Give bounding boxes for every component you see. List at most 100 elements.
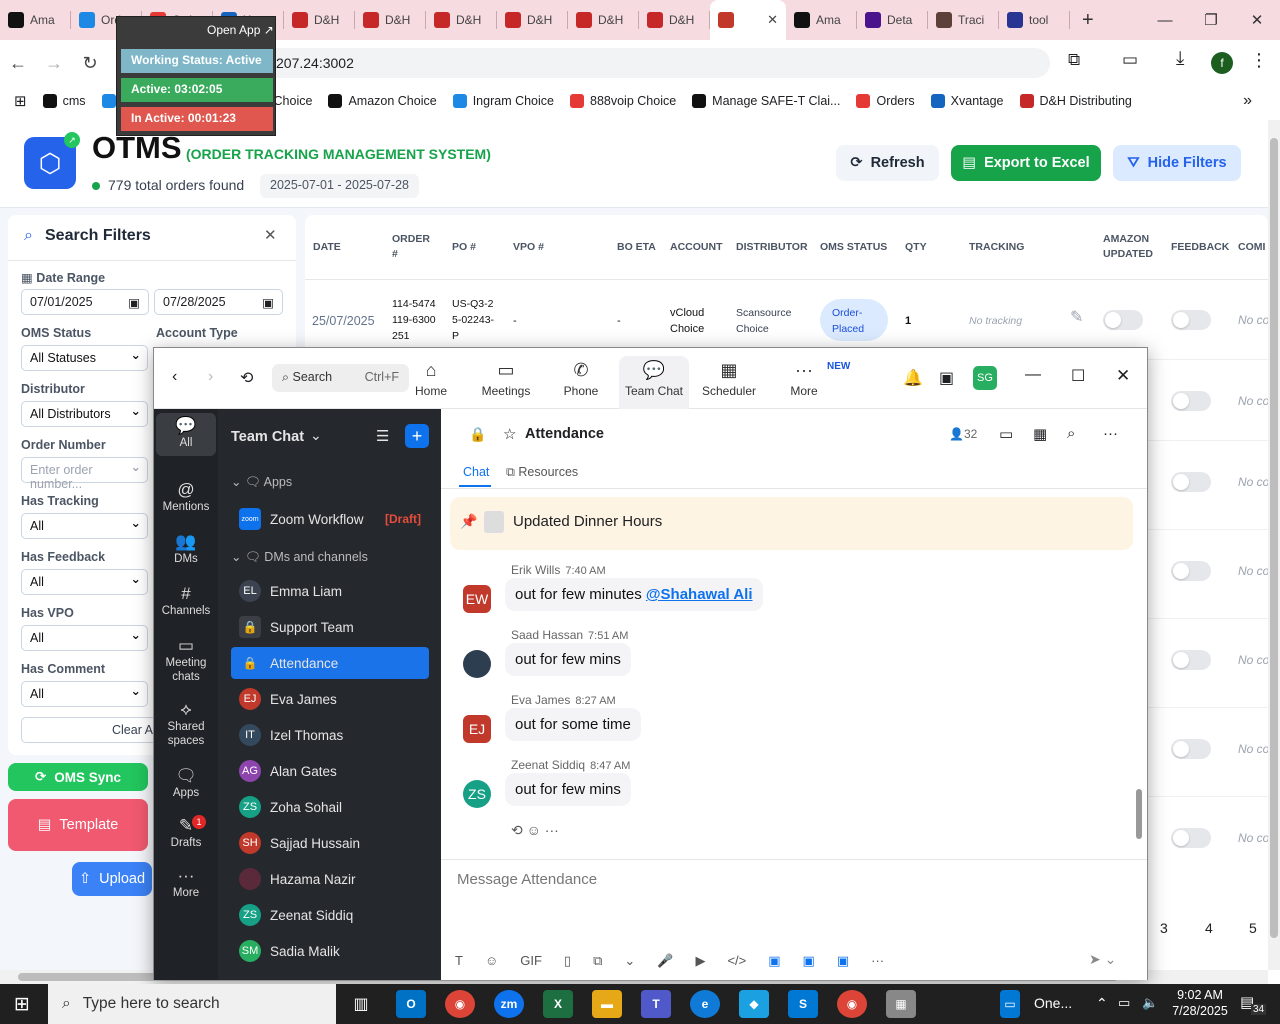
new-chat-button[interactable]: +: [405, 424, 429, 448]
has-tracking-select[interactable]: All: [21, 513, 148, 539]
tray-chevron-icon[interactable]: ⌃: [1096, 995, 1108, 1012]
reload-icon[interactable]: ↻: [72, 53, 108, 74]
composer-tool-icon[interactable]: </>: [727, 953, 746, 969]
tab-close-icon[interactable]: ✕: [767, 12, 778, 28]
rail-drafts[interactable]: ✎ Drafts 1: [156, 815, 216, 850]
team-chat-title[interactable]: Team Chat: [231, 429, 304, 445]
forward-icon[interactable]: →: [36, 53, 72, 74]
column-header[interactable]: VPO #: [513, 240, 573, 255]
zoom-avatar[interactable]: SG: [973, 366, 997, 390]
composer-tool-icon[interactable]: ⧉: [593, 953, 602, 969]
edge-icon[interactable]: e: [690, 990, 720, 1018]
star-icon[interactable]: ☆: [503, 425, 516, 443]
oms-status-select[interactable]: All Statuses: [21, 345, 148, 371]
composer-tool-icon[interactable]: ▣: [837, 953, 849, 969]
refresh-button[interactable]: ⟳ Refresh: [836, 145, 939, 181]
browser-tab[interactable]: Ama: [786, 0, 856, 40]
contact-hazama-nazir[interactable]: Hazama Nazir: [231, 863, 429, 895]
bookmark-item[interactable]: Orders: [856, 94, 915, 108]
bookmark-item[interactable]: 888voip Choice: [570, 94, 676, 108]
chat-search-icon[interactable]: ⌕: [1067, 425, 1075, 442]
tab-chat[interactable]: Chat: [463, 465, 489, 479]
feedback-toggle[interactable]: [1171, 739, 1211, 759]
zoom-tab-scheduler[interactable]: ▦ Scheduler: [694, 360, 764, 398]
sway-icon[interactable]: S: [788, 990, 818, 1018]
chrome-alt-icon[interactable]: ◉: [837, 990, 867, 1018]
chat-scrollbar[interactable]: [1136, 789, 1142, 839]
date-from-input[interactable]: 07/01/2025 ▣: [21, 289, 149, 315]
calendar-picker-icon[interactable]: ▣: [262, 295, 274, 310]
browser-tab[interactable]: tool: [999, 0, 1069, 40]
template-button[interactable]: ▤ Template: [8, 799, 148, 851]
dms-section-header[interactable]: ⌄ 🗨 DMs and channels: [231, 549, 368, 565]
column-header[interactable]: QTY: [905, 240, 945, 255]
has-feedback-select[interactable]: All: [21, 569, 148, 595]
cast-icon[interactable]: ▭: [1122, 50, 1138, 70]
workflow-item[interactable]: zoom Zoom Workflow [Draft]: [231, 503, 429, 535]
minimize-icon[interactable]: —: [1142, 0, 1188, 40]
history-icon[interactable]: ⟲: [240, 368, 253, 388]
contact-eva-james[interactable]: EJ Eva James: [231, 683, 429, 715]
column-header[interactable]: DISTRIBUTOR: [736, 240, 808, 255]
calculator-icon[interactable]: ▦: [886, 990, 916, 1018]
rail-meeting-chats[interactable]: ▭ Meeting chats: [156, 637, 216, 684]
bookmark-item[interactable]: Amazon Choice: [328, 94, 437, 108]
rail-more[interactable]: ··· More: [156, 867, 216, 900]
contact-zeenat-siddiq[interactable]: ZS Zeenat Siddiq: [231, 899, 429, 931]
export-excel-button[interactable]: ▤ Export to Excel: [951, 145, 1101, 181]
zoom-forward-icon[interactable]: ›: [208, 368, 213, 386]
browser-tab[interactable]: Ama: [0, 0, 70, 40]
browser-tab[interactable]: D&H: [426, 0, 496, 40]
back-icon[interactable]: ←: [0, 53, 36, 74]
browser-tab[interactable]: D&H: [568, 0, 638, 40]
excel-taskbar-icon[interactable]: X: [543, 990, 573, 1018]
bookmark-item[interactable]: D&H Distributing: [1019, 94, 1132, 108]
column-header[interactable]: ORDER #: [392, 232, 432, 262]
bookmark-item[interactable]: Ingram Choice: [452, 94, 554, 108]
rail-shared-spaces[interactable]: ⟡ Shared spaces: [156, 701, 216, 748]
column-header[interactable]: ACCOUNT: [670, 240, 723, 255]
video-icon[interactable]: ▭: [999, 425, 1013, 443]
bookmarks-more-icon[interactable]: »: [1243, 92, 1252, 110]
composer-tool-icon[interactable]: 🎤: [657, 953, 673, 969]
zoom-tab-meetings[interactable]: ▭ Meetings: [471, 360, 541, 398]
composer-tool-icon[interactable]: ▯: [564, 953, 571, 969]
has-vpo-select[interactable]: All: [21, 625, 148, 651]
column-header[interactable]: BO ETA: [617, 240, 667, 255]
rail-apps[interactable]: 🗨 Apps: [156, 767, 216, 800]
restore-icon[interactable]: ❐: [1188, 0, 1234, 40]
browser-tab[interactable]: D&H: [355, 0, 425, 40]
zoom-close-icon[interactable]: ✕: [1116, 366, 1130, 386]
column-header[interactable]: AMAZON UPDATED: [1103, 232, 1153, 262]
date-to-input[interactable]: 07/28/2025 ▣: [154, 289, 283, 315]
clock-date[interactable]: 7/28/2025: [1166, 1004, 1234, 1018]
apps-grid-icon[interactable]: ⊞: [14, 92, 27, 110]
send-icon[interactable]: ➤ ⌄: [1089, 951, 1116, 968]
zoom-tab-home[interactable]: ⌂ Home: [396, 360, 466, 398]
contact-izel-thomas[interactable]: IT Izel Thomas: [231, 719, 429, 751]
task-view-icon[interactable]: ▥: [346, 990, 376, 1018]
volume-icon[interactable]: 🔈: [1142, 995, 1158, 1011]
composer-input[interactable]: Message Attendance: [457, 871, 597, 888]
column-header[interactable]: FEEDBACK: [1171, 240, 1231, 255]
edit-pencil-icon[interactable]: ✎: [1070, 310, 1083, 326]
amazon-updated-toggle[interactable]: [1103, 310, 1143, 330]
open-app-link[interactable]: Open App ↗: [207, 23, 274, 37]
rail-mentions[interactable]: @ Mentions: [156, 481, 216, 514]
composer-tool-icon[interactable]: ···: [871, 953, 884, 969]
app-icon[interactable]: ◆: [739, 990, 769, 1018]
contact-support-team[interactable]: 🔒 Support Team: [231, 611, 429, 643]
mention-link[interactable]: @Shahawal Ali: [646, 586, 753, 603]
column-header[interactable]: OMS STATUS: [820, 240, 890, 255]
column-header[interactable]: TRACKING: [969, 240, 1039, 255]
feedback-toggle[interactable]: [1171, 650, 1211, 670]
whiteboard-icon[interactable]: ▣: [939, 368, 954, 388]
menu-dots-icon[interactable]: ⋮: [1250, 50, 1268, 71]
contact-sadia-malik[interactable]: SM Sadia Malik: [231, 935, 429, 967]
clock-time[interactable]: 9:02 AM: [1172, 988, 1228, 1002]
filter-list-icon[interactable]: ☰: [376, 427, 389, 445]
zoom-tab-phone[interactable]: ✆ Phone: [546, 360, 616, 398]
browser-tab[interactable]: Traci: [928, 0, 998, 40]
bookmark-item[interactable]: Xvantage: [930, 94, 1004, 108]
page-3[interactable]: 3: [1160, 920, 1168, 936]
